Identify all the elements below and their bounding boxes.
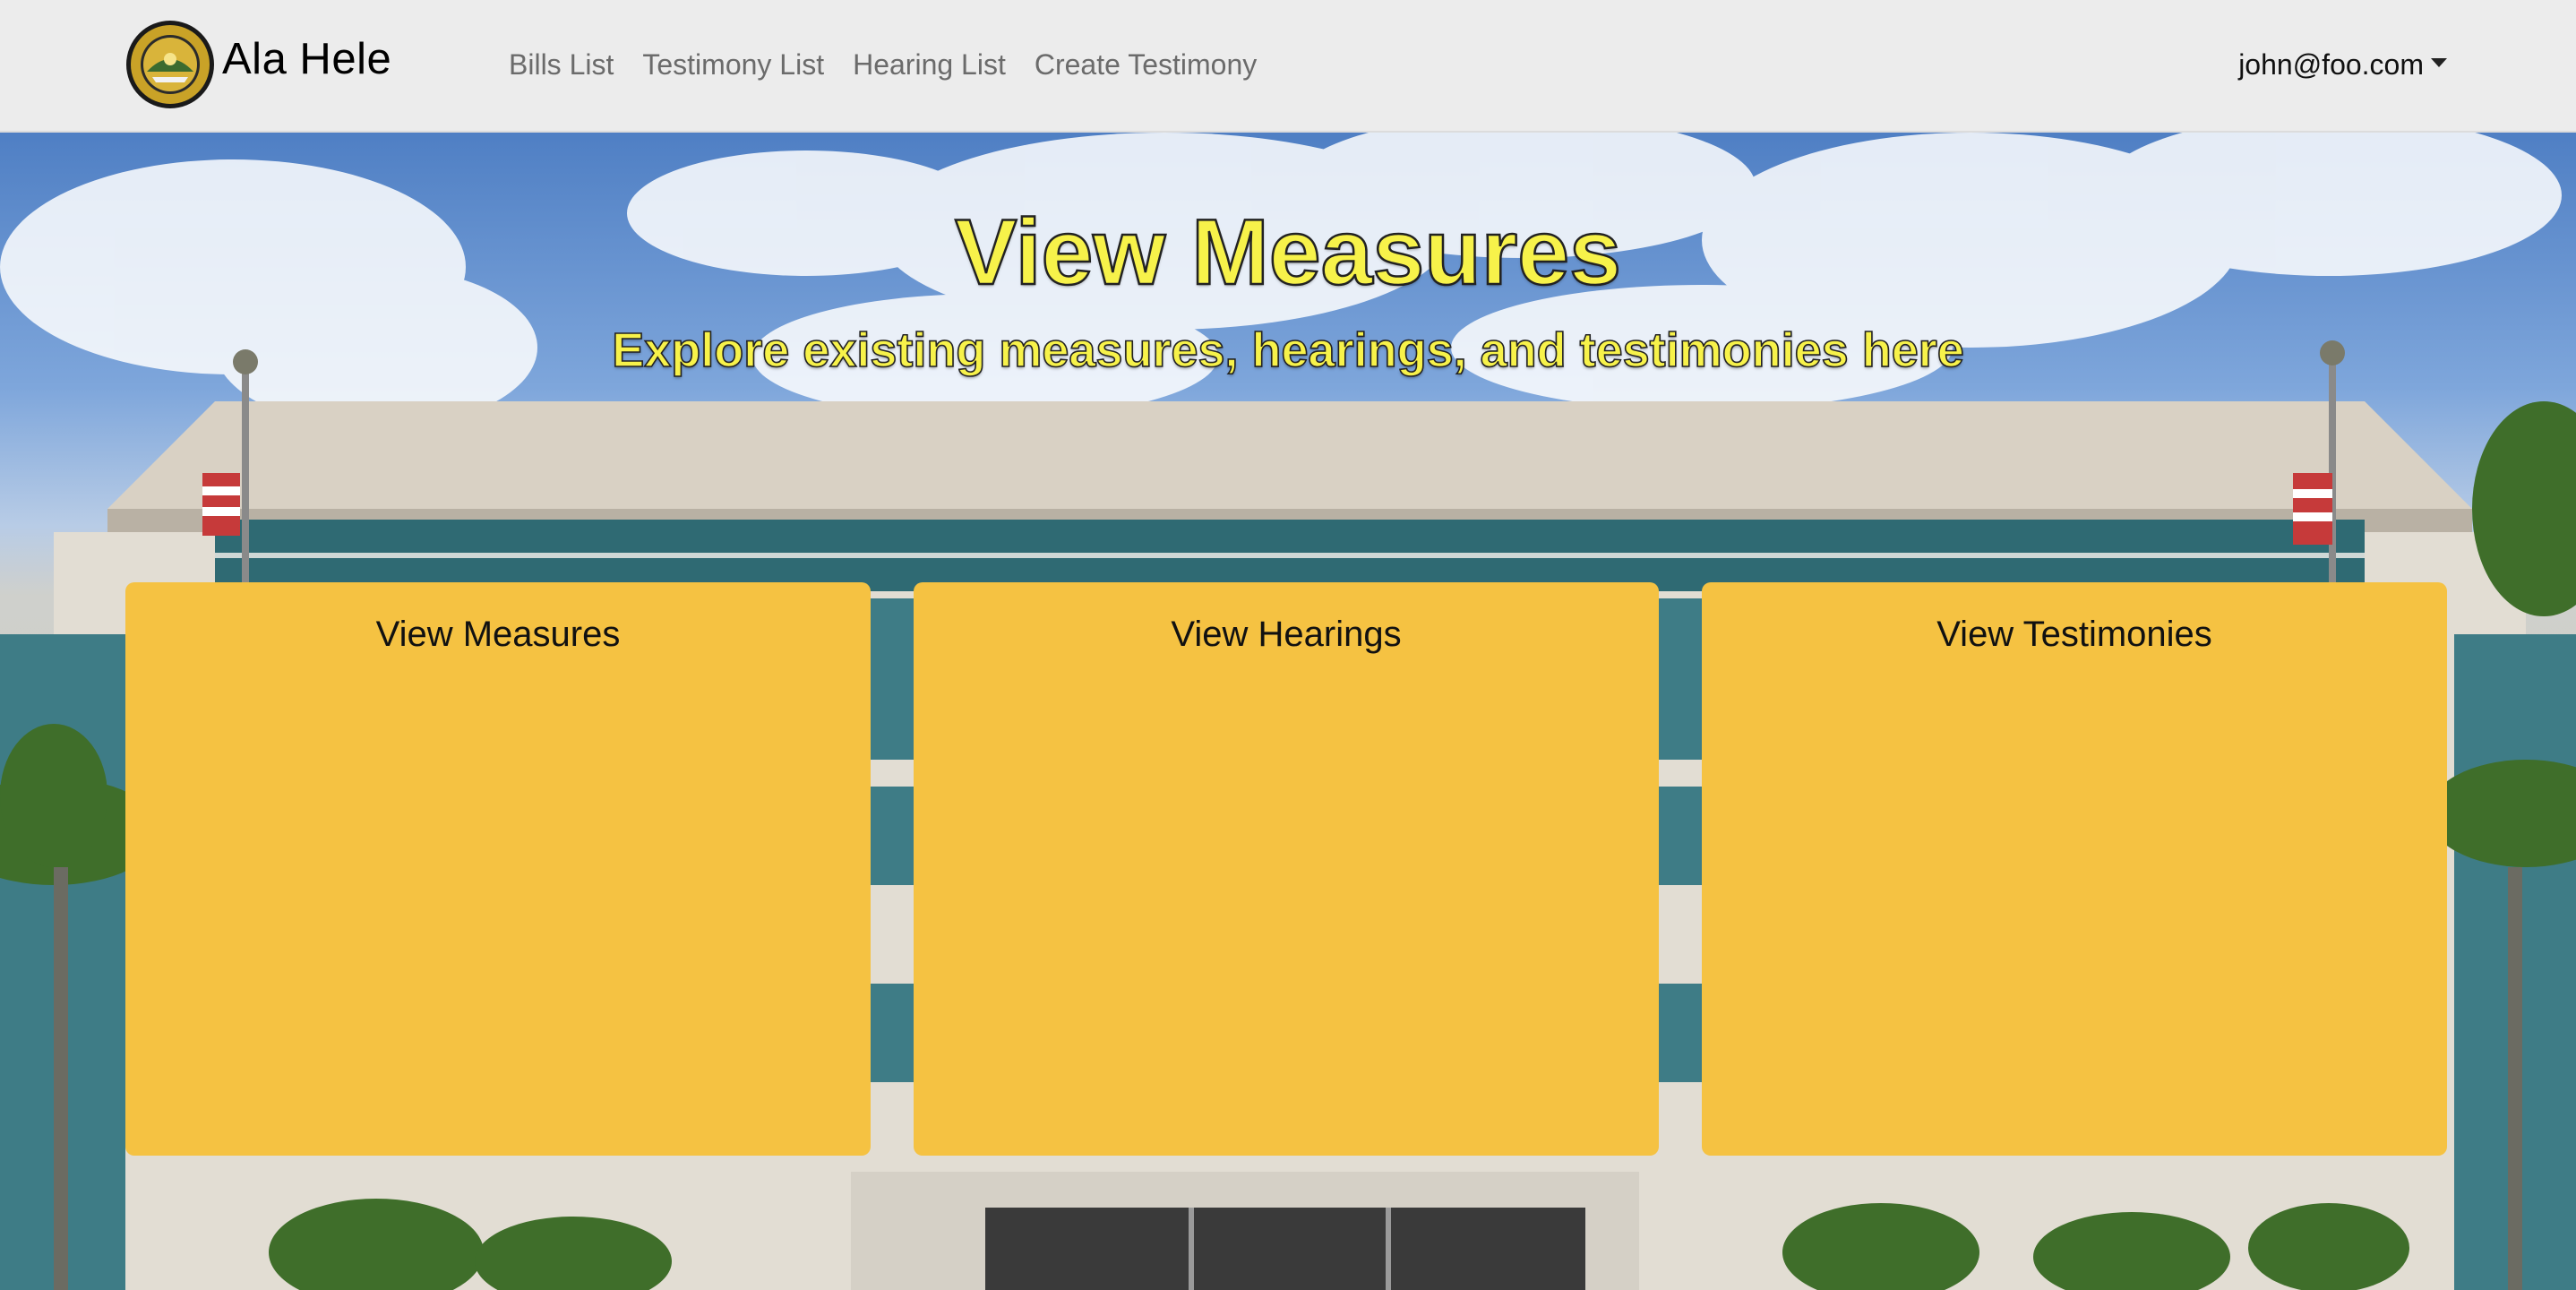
user-dropdown-toggle[interactable]: john@foo.com bbox=[2238, 43, 2447, 86]
caret-down-icon bbox=[2431, 58, 2447, 67]
view-measures-card[interactable]: View Measures bbox=[125, 582, 871, 1156]
brand-link[interactable]: Ala Hele bbox=[125, 20, 391, 109]
view-hearings-card[interactable]: View Hearings bbox=[914, 582, 1659, 1156]
top-navbar: Ala Hele Bills List Testimony List Heari… bbox=[0, 0, 2576, 133]
card-title: View Hearings bbox=[1171, 615, 1402, 654]
nav-link-create-testimony[interactable]: Create Testimony bbox=[1035, 48, 1257, 82]
card-row: View Measures View Hearings View Testimo… bbox=[125, 582, 2447, 1156]
hero-section: View Measures Explore existing measures,… bbox=[0, 133, 2576, 1290]
nav-link-bills-list[interactable]: Bills List bbox=[509, 48, 614, 82]
view-testimonies-card[interactable]: View Testimonies bbox=[1702, 582, 2447, 1156]
department-seal-icon bbox=[126, 21, 214, 108]
hero-subtitle: Explore existing measures, hearings, and… bbox=[611, 323, 1964, 377]
nav-link-testimony-list[interactable]: Testimony List bbox=[642, 48, 824, 82]
card-title: View Testimonies bbox=[1936, 615, 2212, 654]
user-email: john@foo.com bbox=[2238, 47, 2424, 81]
nav-link-hearing-list[interactable]: Hearing List bbox=[853, 48, 1006, 82]
brand-name: Ala Hele bbox=[222, 35, 392, 83]
nav-links: Bills List Testimony List Hearing List C… bbox=[509, 43, 1285, 86]
card-title: View Measures bbox=[375, 615, 621, 654]
hero-title: View Measures bbox=[954, 201, 1622, 305]
